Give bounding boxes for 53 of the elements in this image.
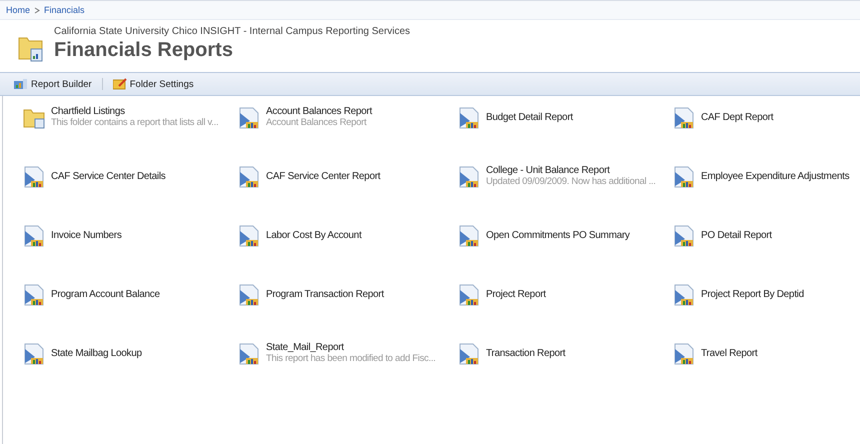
report-icon bbox=[238, 166, 260, 188]
folder-icon bbox=[23, 107, 45, 129]
report-link[interactable]: Project Report By Deptid bbox=[701, 289, 804, 300]
report-link[interactable]: Account Balances Report bbox=[266, 106, 372, 117]
report-icon bbox=[23, 284, 45, 306]
report-link[interactable]: Budget Detail Report bbox=[486, 112, 573, 123]
report-icon bbox=[458, 166, 480, 188]
site-subtitle: California State University Chico INSIGHT - Internal Campus Reporting Services bbox=[54, 26, 410, 37]
report-link[interactable]: Invoice Numbers bbox=[51, 230, 122, 241]
report-icon bbox=[673, 343, 695, 365]
report-icon bbox=[458, 225, 480, 247]
page-title: Financials Reports bbox=[54, 39, 234, 62]
breadcrumb-link[interactable]: Financials bbox=[44, 5, 85, 15]
report-link[interactable]: Project Report bbox=[486, 289, 546, 300]
report-link[interactable]: State_Mail_Report bbox=[266, 342, 436, 353]
report-icon bbox=[238, 343, 260, 365]
report-link[interactable]: CAF Service Center Report bbox=[266, 171, 380, 182]
report-icon bbox=[23, 225, 45, 247]
breadcrumb-link[interactable]: Home bbox=[6, 5, 30, 15]
report-link[interactable]: Employee Expenditure Adjustments bbox=[701, 171, 850, 182]
pencil-folder-icon bbox=[112, 78, 127, 90]
report-link[interactable]: College - Unit Balance Report bbox=[486, 165, 656, 176]
report-description: This report has been modified to add Fisc... bbox=[266, 353, 436, 364]
report-icon bbox=[238, 225, 260, 247]
folder-settings-button[interactable]: Folder Settings bbox=[112, 78, 194, 90]
report-description: Updated 09/09/2009. Now has additional ... bbox=[486, 176, 656, 187]
report-icon bbox=[673, 225, 695, 247]
report-link[interactable]: CAF Dept Report bbox=[701, 112, 774, 123]
report-link[interactable]: Open Commitments PO Summary bbox=[486, 230, 630, 241]
report-description: This folder contains a report that lists all v... bbox=[51, 117, 218, 128]
report-icon bbox=[238, 284, 260, 306]
report-link[interactable]: State Mailbag Lookup bbox=[51, 348, 142, 359]
report-icon bbox=[23, 166, 45, 188]
report-link[interactable]: Program Transaction Report bbox=[266, 289, 384, 300]
report-link[interactable]: Program Account Balance bbox=[51, 289, 160, 300]
report-link[interactable]: PO Detail Report bbox=[701, 230, 772, 241]
report-icon bbox=[673, 107, 695, 129]
report-link[interactable]: Transaction Report bbox=[486, 348, 566, 359]
report-link[interactable]: Chartfield Listings bbox=[51, 106, 218, 117]
report-description: Account Balances Report bbox=[266, 117, 368, 128]
report-builder-button[interactable]: Report Builder bbox=[14, 78, 92, 90]
report-link[interactable]: Labor Cost By Account bbox=[266, 230, 362, 241]
report-icon bbox=[458, 343, 480, 365]
chart-icon bbox=[14, 78, 28, 90]
report-icon bbox=[458, 284, 480, 306]
report-icon bbox=[238, 107, 260, 129]
report-icon bbox=[673, 166, 695, 188]
report-icon bbox=[23, 343, 45, 365]
report-link[interactable]: Travel Report bbox=[701, 348, 758, 359]
report-icon bbox=[673, 284, 695, 306]
breadcrumb-separator-icon bbox=[34, 6, 40, 14]
report-link[interactable]: CAF Service Center Details bbox=[51, 171, 166, 182]
report-icon bbox=[458, 107, 480, 129]
